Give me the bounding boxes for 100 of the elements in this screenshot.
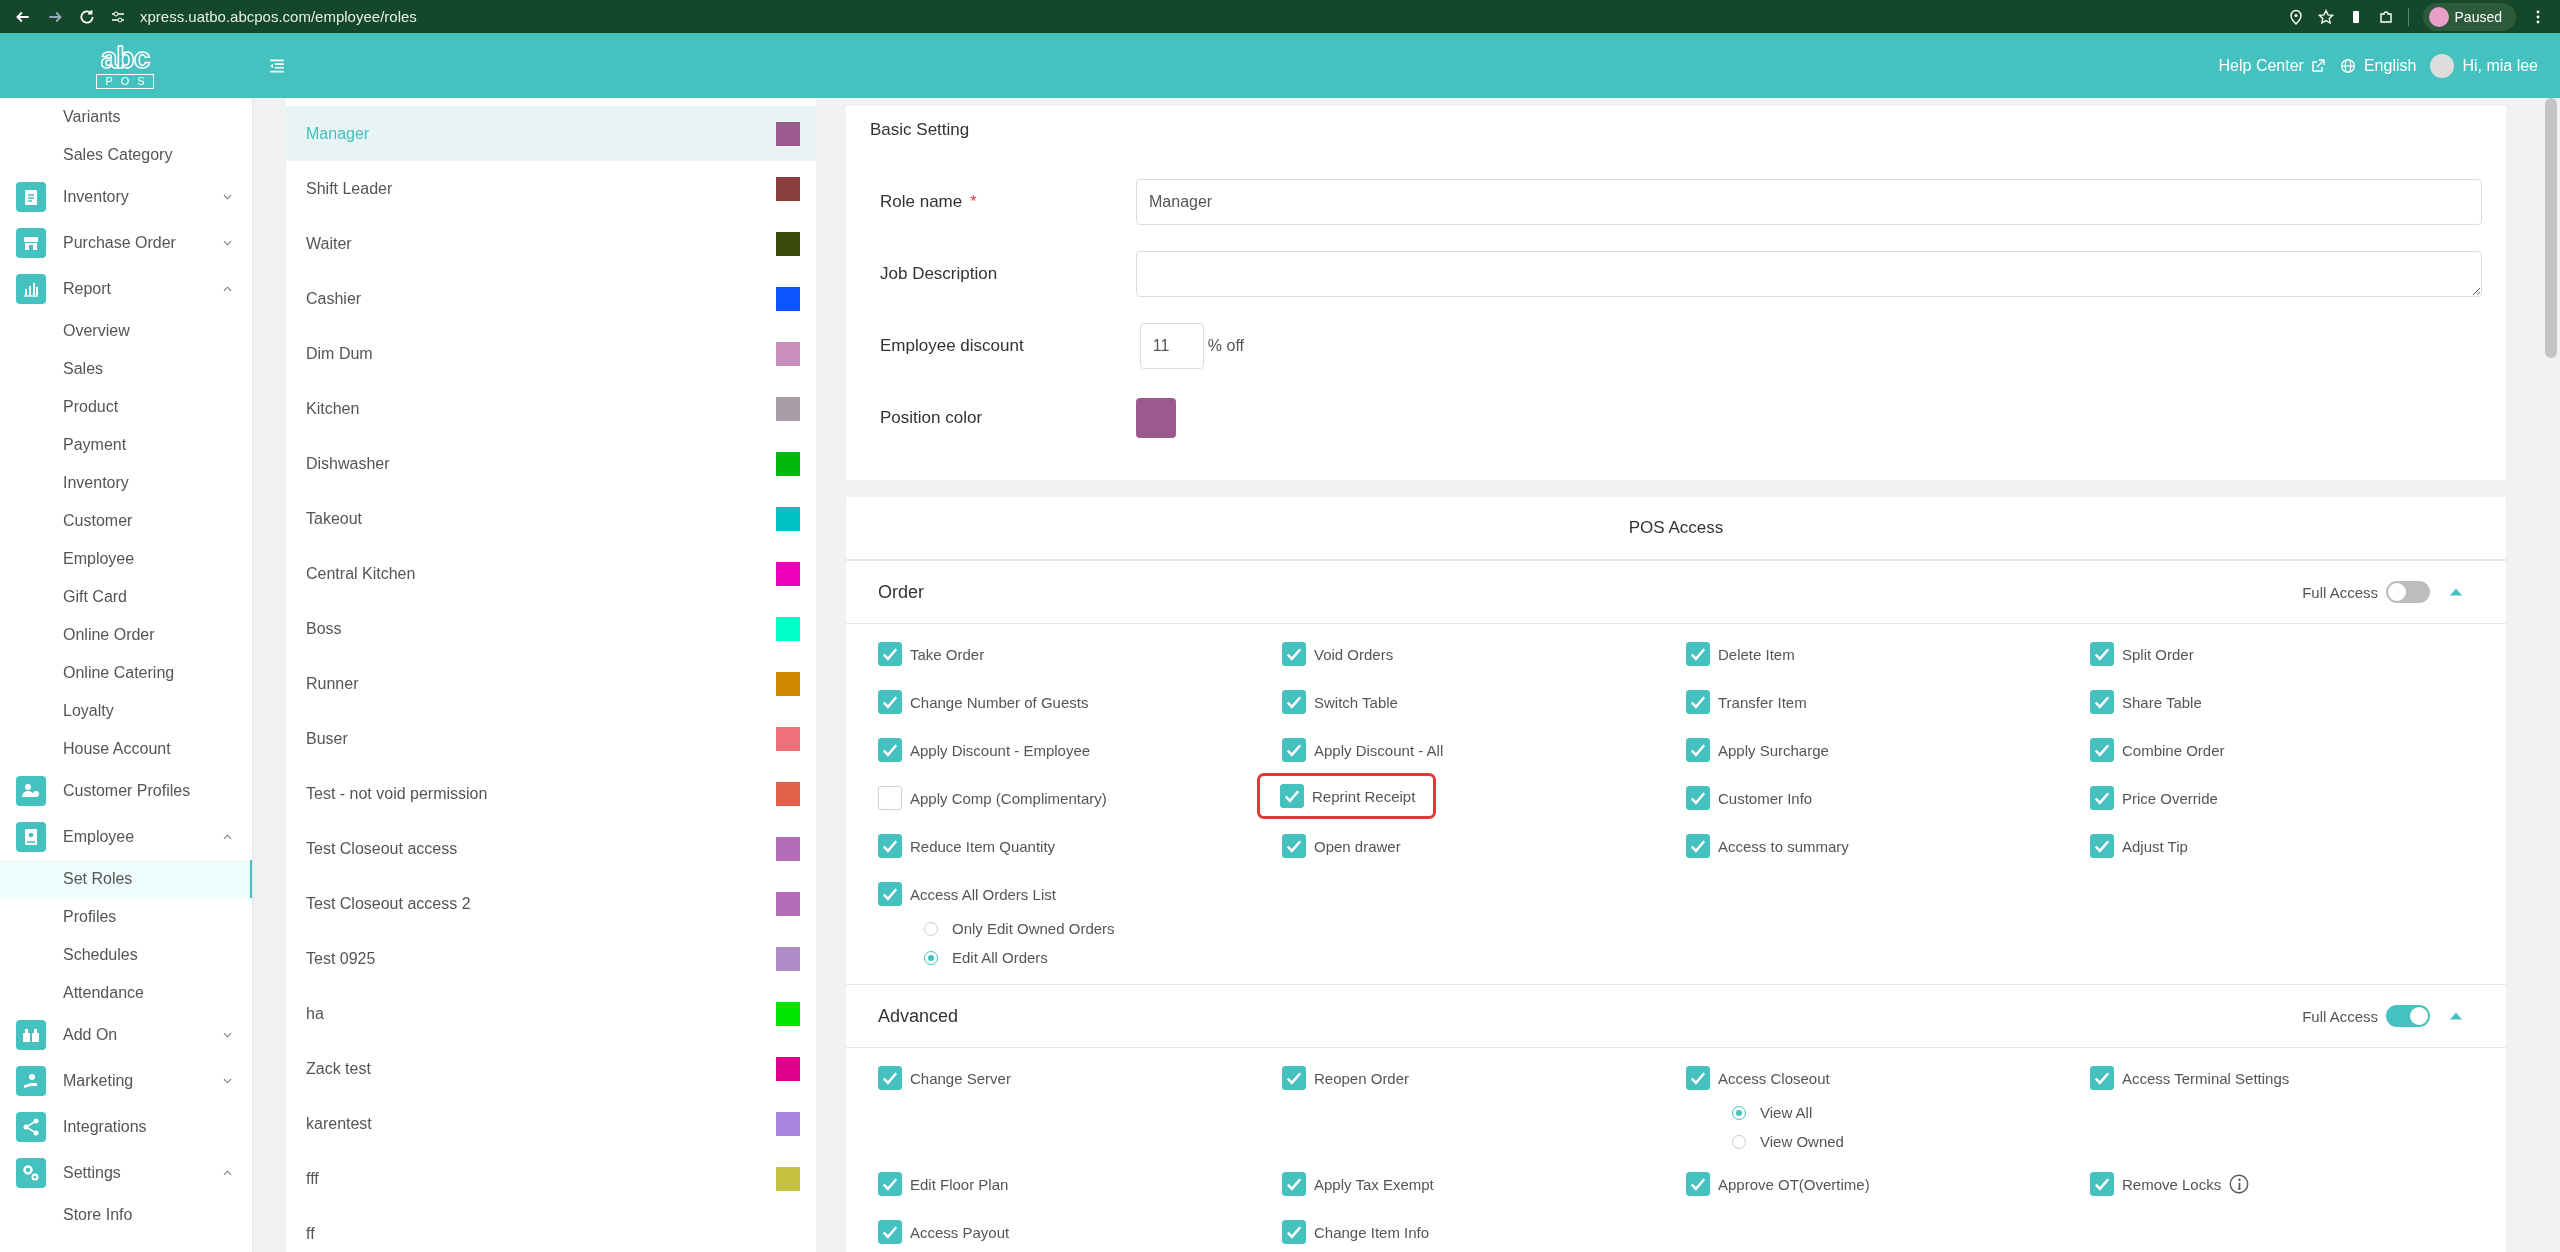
caret-icon[interactable] <box>223 286 232 292</box>
sidebar-subitem[interactable]: Inventory <box>0 464 252 502</box>
sidebar-subitem[interactable]: Online Order <box>0 616 252 654</box>
checkbox[interactable] <box>2090 642 2114 666</box>
color-picker[interactable] <box>1136 398 1176 438</box>
sidebar-subitem[interactable]: Payment <box>0 426 252 464</box>
checkbox[interactable] <box>1686 642 1710 666</box>
profile-button[interactable]: Paused <box>2422 2 2516 31</box>
caret-icon[interactable] <box>223 834 232 840</box>
role-item[interactable]: Dim Dum <box>286 326 816 381</box>
checkbox[interactable] <box>1686 834 1710 858</box>
checkbox[interactable] <box>1282 1066 1306 1090</box>
sidebar-item[interactable]: Marketing <box>0 1058 252 1104</box>
checkbox[interactable] <box>878 690 902 714</box>
role-item[interactable]: Runner <box>286 656 816 711</box>
checkbox[interactable] <box>2090 834 2114 858</box>
sidebar-item-label[interactable]: Inventory <box>63 188 223 206</box>
role-item[interactable]: Boss <box>286 601 816 656</box>
checkbox[interactable] <box>878 1066 902 1090</box>
sidebar-subitem[interactable]: Employee <box>0 540 252 578</box>
role-item[interactable]: Test 0925 <box>286 931 816 986</box>
checkbox[interactable] <box>878 834 902 858</box>
sidebar-item[interactable]: Customer Profiles <box>0 768 252 814</box>
address-bar-url[interactable]: xpress.uatbo.abcpos.com/employee/roles <box>140 8 417 25</box>
role-item[interactable]: karentest <box>286 1096 816 1151</box>
checkbox[interactable] <box>878 1172 902 1196</box>
checkbox[interactable] <box>1686 738 1710 762</box>
sidebar-subitem[interactable]: Attendance <box>0 974 252 1012</box>
role-item[interactable]: Test Closeout access 2 <box>286 876 816 931</box>
collapse-triangle-icon[interactable] <box>2450 1012 2462 1020</box>
sidebar-subitem[interactable]: Variants <box>0 98 252 136</box>
sidebar-subitem[interactable]: Product <box>0 388 252 426</box>
checkbox[interactable] <box>2090 1172 2114 1196</box>
sidebar-item-label[interactable]: Report <box>63 280 223 298</box>
role-item[interactable]: fff <box>286 1151 816 1206</box>
checkbox[interactable] <box>878 642 902 666</box>
sidebar-subitem[interactable]: Customer <box>0 502 252 540</box>
collapse-triangle-icon[interactable] <box>2450 588 2462 596</box>
role-item[interactable]: Test - not void permission <box>286 766 816 821</box>
sidebar-subitem[interactable]: Set Roles <box>0 860 252 898</box>
full-access-toggle[interactable] <box>2386 1005 2430 1027</box>
user-avatar[interactable] <box>2430 53 2455 78</box>
role-item[interactable]: ff <box>286 1206 816 1252</box>
sidebar-item[interactable]: Inventory <box>0 174 252 220</box>
role-item[interactable]: Test Closeout access <box>286 821 816 876</box>
checkbox[interactable] <box>878 738 902 762</box>
checkbox[interactable] <box>1686 786 1710 810</box>
role-item[interactable]: Waiter <box>286 216 816 271</box>
sidebar-item[interactable]: Add On <box>0 1012 252 1058</box>
caret-icon[interactable] <box>223 1032 232 1038</box>
sidebar-item-label[interactable]: Settings <box>63 1164 223 1182</box>
checkbox[interactable] <box>1686 1172 1710 1196</box>
checkbox[interactable] <box>1282 834 1306 858</box>
sidebar-subitem[interactable]: Profiles <box>0 898 252 936</box>
checkbox[interactable] <box>878 786 902 810</box>
role-item[interactable]: Central Kitchen <box>286 546 816 601</box>
globe-icon[interactable] <box>2339 57 2356 74</box>
caret-icon[interactable] <box>223 194 232 200</box>
checkbox[interactable] <box>878 1220 902 1244</box>
sidebar-item[interactable]: Purchase Order <box>0 220 252 266</box>
scrollbar[interactable] <box>2545 98 2557 358</box>
sidebar-item-label[interactable]: Marketing <box>63 1072 223 1090</box>
sidebar-item[interactable]: Integrations <box>0 1104 252 1150</box>
sidebar-subitem[interactable]: Online Catering <box>0 654 252 692</box>
star-icon[interactable] <box>2317 8 2334 25</box>
sidebar-item[interactable]: Employee <box>0 814 252 860</box>
checkbox[interactable] <box>1282 1220 1306 1244</box>
sidebar-item[interactable]: Settings <box>0 1150 252 1196</box>
role-item[interactable]: Dishwasher <box>286 436 816 491</box>
sidebar-subitem[interactable]: Overview <box>0 312 252 350</box>
sidebar-subitem[interactable]: Schedules <box>0 936 252 974</box>
external-link-icon[interactable] <box>2309 57 2326 74</box>
checkbox[interactable] <box>1282 690 1306 714</box>
checkbox[interactable] <box>1686 690 1710 714</box>
role-item[interactable]: Buser <box>286 711 816 766</box>
sidebar-item-label[interactable]: Employee <box>63 828 223 846</box>
sidebar-subitem[interactable]: Loyalty <box>0 692 252 730</box>
reload-icon[interactable] <box>78 7 96 26</box>
checkbox[interactable] <box>2090 690 2114 714</box>
role-item[interactable]: Shift Leader <box>286 161 816 216</box>
role-item[interactable]: ha <box>286 986 816 1041</box>
checkbox[interactable] <box>1282 738 1306 762</box>
caret-icon[interactable] <box>223 1078 232 1084</box>
role-name-input[interactable]: Manager <box>1136 179 2482 225</box>
sidebar-subitem[interactable]: Store Info <box>0 1196 252 1234</box>
sidebar-subitem[interactable]: Gift Card <box>0 578 252 616</box>
role-item[interactable]: Zack test <box>286 1041 816 1096</box>
job-description-input[interactable] <box>1136 251 2482 297</box>
caret-icon[interactable] <box>223 240 232 246</box>
checkbox[interactable] <box>2090 1066 2114 1090</box>
checkbox[interactable] <box>1686 1066 1710 1090</box>
full-access-toggle[interactable] <box>2386 581 2430 603</box>
sidebar-subitem[interactable]: Sales <box>0 350 252 388</box>
sidebar-item-label[interactable]: Add On <box>63 1026 223 1044</box>
sidebar-item-label[interactable]: Purchase Order <box>63 234 223 252</box>
checkbox[interactable] <box>2090 738 2114 762</box>
role-item[interactable]: Takeout <box>286 491 816 546</box>
sidebar-item-label[interactable]: Integrations <box>63 1118 232 1136</box>
caret-icon[interactable] <box>223 1170 232 1176</box>
checkbox[interactable] <box>2090 786 2114 810</box>
